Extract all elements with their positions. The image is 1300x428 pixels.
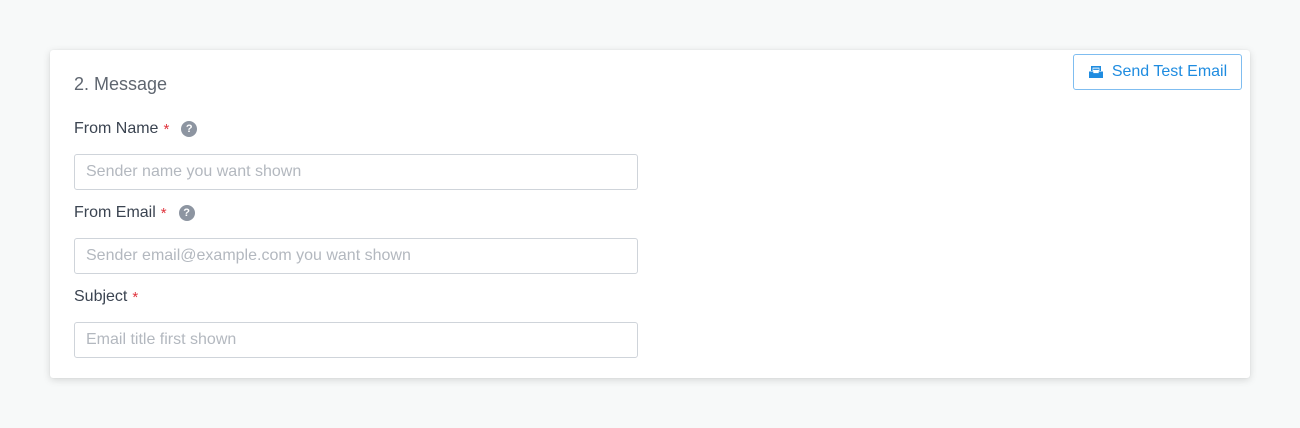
send-test-email-button[interactable]: Send Test Email bbox=[1073, 54, 1242, 90]
subject-label: Subject bbox=[74, 288, 128, 305]
send-test-email-label: Send Test Email bbox=[1111, 63, 1228, 80]
from-name-field: From Name * ? bbox=[74, 119, 638, 190]
help-icon[interactable]: ? bbox=[181, 121, 198, 137]
required-marker: * bbox=[160, 204, 167, 222]
section-title: 2. Message bbox=[74, 74, 168, 94]
from-name-label: From Name bbox=[74, 120, 159, 137]
from-email-field: From Email * ? bbox=[74, 203, 638, 274]
from-name-input[interactable] bbox=[74, 154, 638, 190]
required-marker: * bbox=[163, 120, 170, 138]
inbox-tray-icon bbox=[1088, 65, 1104, 79]
help-icon[interactable]: ? bbox=[178, 205, 195, 221]
message-section-card: 2. Message Send Test Email From Name * ?… bbox=[50, 50, 1250, 378]
required-marker: * bbox=[132, 288, 139, 306]
subject-field: Subject * bbox=[74, 287, 638, 358]
from-email-input[interactable] bbox=[74, 238, 638, 274]
from-email-label: From Email bbox=[74, 204, 156, 221]
subject-input[interactable] bbox=[74, 322, 638, 358]
